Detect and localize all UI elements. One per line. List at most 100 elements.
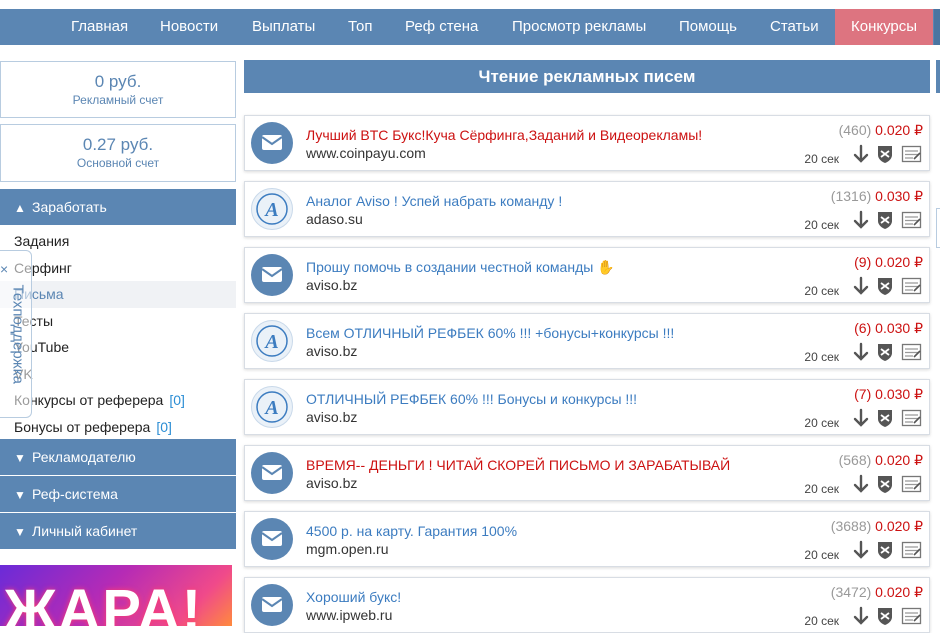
ad-balance-box[interactable]: 0 руб. Рекламный счет bbox=[0, 61, 236, 118]
letter-title[interactable]: ОТЛИЧНЫЙ РЕФБЕК 60% !!! Бонусы и конкурс… bbox=[306, 391, 637, 407]
letter-stats: (6) 0.030 ₽ bbox=[854, 320, 923, 337]
complaint-icon[interactable] bbox=[901, 606, 922, 626]
letter-site: adaso.su bbox=[306, 211, 363, 227]
arrow-down-icon[interactable] bbox=[851, 276, 871, 296]
arrow-down-icon[interactable] bbox=[851, 144, 871, 164]
complaint-icon[interactable] bbox=[901, 540, 922, 560]
sidebar-cabinet-label: Личный кабинет bbox=[32, 523, 138, 539]
letter-time: 20 сек bbox=[804, 218, 839, 232]
nav-view-ads[interactable]: Просмотр рекламы bbox=[512, 9, 646, 45]
ad-balance-amount: 0 руб. bbox=[94, 72, 142, 91]
complaint-icon[interactable] bbox=[901, 408, 922, 428]
letter-row[interactable]: A Аналог Aviso ! Успей набрать команду ! a… bbox=[244, 181, 930, 237]
letter-price: 0.020 ₽ bbox=[875, 584, 923, 600]
letter-stats: (1316) 0.030 ₽ bbox=[831, 188, 923, 205]
letter-stats: (3472) 0.020 ₽ bbox=[831, 584, 923, 601]
complaint-icon[interactable] bbox=[901, 342, 922, 362]
letter-price: 0.020 ₽ bbox=[875, 452, 923, 468]
letter-site: mgm.open.ru bbox=[306, 541, 389, 557]
letter-row[interactable]: A Всем ОТЛИЧНЫЙ РЕФБЕК 60% !!! +бонусы+ко… bbox=[244, 313, 930, 369]
sidebar-cabinet-header[interactable]: ▼ Личный кабинет bbox=[0, 513, 236, 549]
shield-block-icon[interactable] bbox=[875, 144, 895, 164]
letter-price: 0.030 ₽ bbox=[875, 320, 923, 336]
letter-row[interactable]: Лучший BTC Букс!Куча Сёрфинга,Заданий и … bbox=[244, 115, 930, 171]
page-title: Чтение рекламных писем bbox=[244, 60, 930, 93]
arrow-down-icon[interactable] bbox=[851, 474, 871, 494]
sidebar-earn-label: Заработать bbox=[32, 199, 107, 215]
letter-row[interactable]: Хороший букс! www.ipweb.ru (3472) 0.020 ₽2… bbox=[244, 577, 930, 633]
sidebar-advertiser-label: Рекламодателю bbox=[32, 449, 136, 465]
main-balance-box[interactable]: 0.27 руб. Основной счет bbox=[0, 124, 236, 182]
adv-logo-icon: A bbox=[251, 320, 293, 362]
sidebar-item-youtube[interactable]: YouTube bbox=[0, 334, 236, 361]
letter-title[interactable]: Аналог Aviso ! Успей набрать команду ! bbox=[306, 193, 562, 209]
sidebar-item-letters[interactable]: Письма bbox=[0, 281, 236, 308]
letter-count: (7) bbox=[854, 386, 872, 402]
sidebar-refsystem-label: Реф-система bbox=[32, 486, 118, 502]
complaint-icon[interactable] bbox=[901, 276, 922, 296]
letter-title[interactable]: ВРЕМЯ-- ДЕНЬГИ ! ЧИТАЙ СКОРЕЙ ПИСЬМО И З… bbox=[306, 457, 730, 473]
nav-ref-wall[interactable]: Реф стена bbox=[405, 9, 478, 45]
nav-top[interactable]: Топ bbox=[348, 9, 372, 45]
letter-stats: (7) 0.030 ₽ bbox=[854, 386, 923, 403]
complaint-icon[interactable] bbox=[901, 474, 922, 494]
letter-row[interactable]: ВРЕМЯ-- ДЕНЬГИ ! ЧИТАЙ СКОРЕЙ ПИСЬМО И З… bbox=[244, 445, 930, 501]
shield-block-icon[interactable] bbox=[875, 342, 895, 362]
arrow-down-icon[interactable] bbox=[851, 540, 871, 560]
support-tab[interactable]: × Техподдержка bbox=[0, 250, 32, 418]
banner-text: ЖАРА! bbox=[4, 578, 204, 626]
letter-time: 20 сек bbox=[804, 416, 839, 430]
arrow-down-icon[interactable] bbox=[851, 606, 871, 626]
close-icon[interactable]: × bbox=[0, 261, 8, 277]
shield-block-icon[interactable] bbox=[875, 276, 895, 296]
letter-title[interactable]: Прошу помочь в создании честной команды … bbox=[306, 259, 615, 276]
letter-row[interactable]: A ОТЛИЧНЫЙ РЕФБЕК 60% !!! Бонусы и конкур… bbox=[244, 379, 930, 435]
referrer-bonuses-count: [0] bbox=[156, 418, 172, 435]
main-balance-label: Основной счет bbox=[76, 156, 160, 170]
sidebar-advertiser-header[interactable]: ▼ Рекламодателю bbox=[0, 439, 236, 475]
letter-site: aviso.bz bbox=[306, 409, 358, 425]
letter-row[interactable]: Прошу помочь в создании честной команды … bbox=[244, 247, 930, 303]
shield-block-icon[interactable] bbox=[875, 474, 895, 494]
letter-row[interactable]: 4500 р. на карту. Гарантия 100% mgm.open.… bbox=[244, 511, 930, 567]
arrow-down-icon[interactable] bbox=[851, 210, 871, 230]
letter-count: (568) bbox=[838, 452, 872, 468]
letter-count: (6) bbox=[854, 320, 872, 336]
right-panel-edge bbox=[936, 60, 940, 93]
complaint-icon[interactable] bbox=[901, 144, 922, 164]
shield-block-icon[interactable] bbox=[875, 540, 895, 560]
top-nav: Главная Новости Выплаты Топ Реф стена Пр… bbox=[0, 9, 940, 45]
sidebar-refsystem-header[interactable]: ▼ Реф-система bbox=[0, 476, 236, 512]
nav-home[interactable]: Главная bbox=[71, 9, 128, 45]
letter-title[interactable]: Хороший букс! bbox=[306, 589, 401, 605]
nav-payouts[interactable]: Выплаты bbox=[252, 9, 315, 45]
sidebar-item-referrer-contests[interactable]: Конкурсы от реферера [0] bbox=[0, 387, 236, 414]
sidebar-item-referrer-bonuses[interactable]: Бонусы от реферера [0] bbox=[0, 414, 236, 441]
letter-price: 0.020 ₽ bbox=[875, 518, 923, 534]
letter-title[interactable]: Лучший BTC Букс!Куча Сёрфинга,Заданий и … bbox=[306, 127, 702, 143]
nav-articles[interactable]: Статьи bbox=[770, 9, 819, 45]
letter-count: (3688) bbox=[830, 518, 872, 534]
letter-stats: (3688) 0.020 ₽ bbox=[831, 518, 923, 535]
arrow-down-icon[interactable] bbox=[851, 342, 871, 362]
letter-count: (3472) bbox=[830, 584, 872, 600]
sidebar-item-surfing[interactable]: Серфинг bbox=[0, 255, 236, 282]
shield-block-icon[interactable] bbox=[875, 210, 895, 230]
sidebar-item-tests[interactable]: Тесты bbox=[0, 308, 236, 335]
shield-block-icon[interactable] bbox=[875, 408, 895, 428]
letter-title[interactable]: Всем ОТЛИЧНЫЙ РЕФБЕК 60% !!! +бонусы+кон… bbox=[306, 325, 674, 341]
nav-contests[interactable]: Конкурсы bbox=[835, 9, 934, 45]
letter-site: aviso.bz bbox=[306, 277, 358, 293]
shield-block-icon[interactable] bbox=[875, 606, 895, 626]
complaint-icon[interactable] bbox=[901, 210, 922, 230]
arrow-down-icon[interactable] bbox=[851, 408, 871, 428]
sidebar-item-vk[interactable]: VK bbox=[0, 361, 236, 388]
sidebar-item-tasks[interactable]: Задания bbox=[0, 228, 236, 255]
nav-news[interactable]: Новости bbox=[160, 9, 218, 45]
letter-title[interactable]: 4500 р. на карту. Гарантия 100% bbox=[306, 523, 517, 539]
main-balance-amount: 0.27 руб. bbox=[82, 135, 154, 154]
nav-help[interactable]: Помощь bbox=[679, 9, 737, 45]
right-panel-box bbox=[936, 208, 940, 248]
sidebar-earn-header[interactable]: ▲ Заработать bbox=[0, 189, 236, 225]
promo-banner[interactable]: ЖАРА! bbox=[0, 565, 232, 626]
